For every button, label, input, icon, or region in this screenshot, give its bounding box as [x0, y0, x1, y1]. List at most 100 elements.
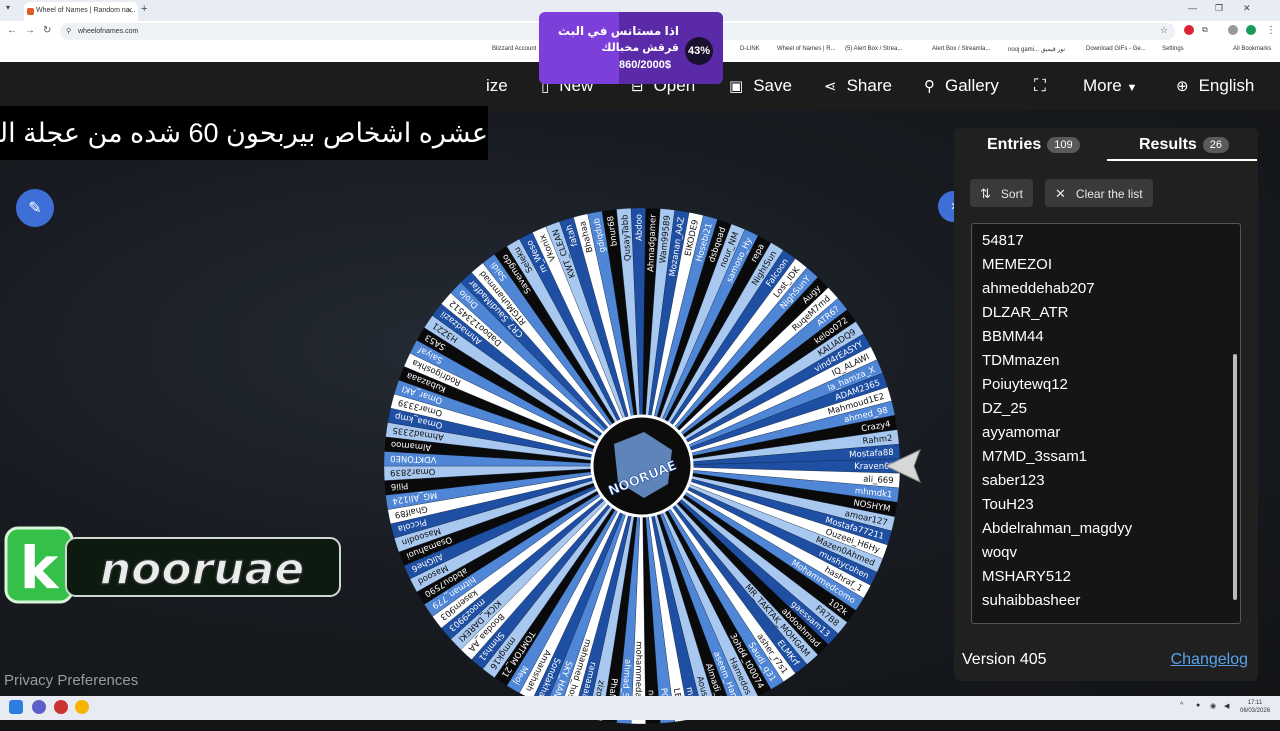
bookmark-item[interactable]: (5) Alert Box / Strea... [845, 46, 902, 52]
chrome-icon[interactable] [75, 700, 89, 714]
tab-active[interactable]: Wheel of Names | Random na... ✕ [24, 2, 138, 21]
bookmark-item[interactable]: Wheel of Names | R... [777, 46, 836, 52]
wheel-pointer-icon [884, 449, 921, 483]
side-panel: Entries 109 Results 26 ⇅ Sort ✕ Clear the li… [954, 128, 1258, 681]
tab-title: Wheel of Names | Random na... [36, 7, 136, 14]
sort-button[interactable]: ⇅ Sort [970, 179, 1033, 207]
goal-percent: 43% [685, 37, 713, 65]
sort-icon: ⇅ [980, 186, 991, 201]
minimize-icon[interactable]: — [1188, 3, 1197, 13]
sort-label: Sort [1000, 187, 1023, 201]
privacy-preferences-link[interactable]: Privacy Preferences [4, 672, 138, 689]
bookmark-item[interactable]: Alert Box / Streamla... [932, 46, 990, 52]
wheel-graphic[interactable]: Kraven0?ali_669mhmdk1NOSHYMamoar127Mosta… [382, 206, 902, 726]
app-area: ize ▯ New ⊟ Open ▣ Save ⋖ Share ⚲ Gallery ⛶ M… [0, 12, 1280, 725]
favicon-icon [27, 8, 34, 15]
results-count-badge: 26 [1202, 136, 1230, 153]
result-item[interactable]: TDMmazen [982, 352, 1060, 369]
result-item[interactable]: ayyamomar [982, 424, 1060, 441]
result-item[interactable]: ahmeddehab207 [982, 280, 1095, 297]
share-button[interactable]: ⋖ Share [824, 76, 892, 96]
wheel-entry-label: Pili6 [390, 480, 408, 491]
fullscreen-button[interactable]: ⛶ [1034, 76, 1046, 96]
bookmark-item[interactable]: All Bookmarks [1233, 46, 1271, 52]
url-text: wheelofnames.com [78, 28, 139, 35]
profile-avatar[interactable] [1246, 25, 1256, 35]
close-window-icon[interactable]: ✕ [1243, 3, 1251, 14]
scrollbar-thumb[interactable] [1233, 354, 1237, 600]
network-icon[interactable]: ◉ [1210, 702, 1216, 710]
maximize-icon[interactable]: ❐ [1215, 3, 1223, 14]
gallery-button[interactable]: ⚲ Gallery [924, 76, 999, 96]
result-item[interactable]: DLZAR_ATR [982, 304, 1068, 321]
wheel[interactable]: Kraven0? ali_669 mhmdk1 NOSHYM amoar127 Mosta… [382, 206, 902, 731]
gallery-label: Gallery [945, 76, 999, 95]
bookmark-item[interactable]: Settings [1162, 46, 1184, 52]
system-clock[interactable]: 17:11 06/03/2026 [1240, 699, 1270, 715]
wheel-entry-label: VDKTONE0 [390, 453, 437, 464]
app-icon[interactable] [54, 700, 68, 714]
result-item[interactable]: woqv [982, 544, 1017, 561]
result-item[interactable]: DZ_25 [982, 400, 1027, 417]
menu-icon[interactable]: ⋮ [1266, 25, 1276, 36]
more-label: More [1083, 76, 1122, 95]
results-list[interactable]: 54817 MEMEZOI ahmeddehab207 DLZAR_ATR BBMM44… [971, 223, 1241, 624]
more-button[interactable]: More ▼ [1083, 76, 1137, 96]
result-item[interactable]: MEMEZOI [982, 256, 1052, 273]
tray-chevron-icon[interactable]: ^ [1180, 702, 1183, 709]
logo-text: nooruae [100, 544, 304, 595]
extensions-icon[interactable]: ⧉ [1202, 25, 1208, 35]
result-item[interactable]: 54817 [982, 232, 1024, 249]
result-item[interactable]: saber123 [982, 472, 1045, 489]
result-item[interactable]: M7MD_3ssam1 [982, 448, 1087, 465]
bookmark-item[interactable]: D-LINK [740, 46, 760, 52]
save-label: Save [753, 76, 792, 95]
app-icon[interactable] [32, 700, 46, 714]
tab-results[interactable]: Results 26 [1139, 136, 1230, 154]
site-info-icon[interactable]: ⚲ [66, 27, 71, 35]
wheel-entry-label: Omar2839 [390, 466, 436, 477]
result-item[interactable]: suhaibbasheer [982, 592, 1080, 609]
share-icon: ⋖ [824, 78, 837, 95]
promo-line-2: قرقش مخبالك [601, 42, 679, 54]
wheel-entry-label: Abdoo [634, 214, 644, 241]
bookmark-item[interactable]: Blizzard Account [492, 46, 536, 52]
result-item[interactable]: Poiuytewq12 [982, 376, 1068, 393]
volume-icon[interactable]: ◀ [1224, 702, 1229, 710]
bookmark-item[interactable]: nooj gami... نور قيميق [1008, 46, 1065, 53]
close-icon: ✕ [1055, 186, 1066, 201]
clock-time: 17:11 [1247, 700, 1263, 706]
result-item[interactable]: Abdelrahman_magdyy [982, 520, 1132, 537]
changelog-link[interactable]: Changelog [1171, 651, 1248, 669]
bookmark-item[interactable]: Download GIFs - Ge... [1086, 46, 1146, 52]
result-item[interactable]: MSHARY512 [982, 568, 1071, 585]
share-label: Share [846, 76, 892, 95]
new-tab-icon[interactable]: + [141, 3, 147, 15]
tab-entries[interactable]: Entries 109 [987, 136, 1080, 154]
bookmark-star-icon[interactable]: ☆ [1160, 25, 1168, 36]
stream-overlay-title: عشره اشخاص بيربحون 60 شده من عجلة الحظ [0, 106, 488, 160]
nooruae-logo: k nooruae [4, 526, 341, 604]
tab-search-icon[interactable]: ▾ [6, 3, 10, 12]
os-taskbar: ^ ● ◉ ◀ 17:11 06/03/2026 [0, 696, 1280, 720]
back-icon[interactable]: ← [7, 25, 17, 36]
extension-icon[interactable] [1228, 25, 1238, 35]
result-item[interactable]: BBMM44 [982, 328, 1044, 345]
save-button[interactable]: ▣ Save [729, 76, 792, 96]
globe-icon: ⊕ [1176, 78, 1189, 95]
customize-button[interactable]: ize [486, 76, 508, 96]
caret-down-icon: ▼ [1126, 82, 1138, 94]
forward-icon[interactable]: → [25, 25, 35, 36]
edit-button[interactable]: ✎ [16, 189, 54, 227]
start-icon[interactable] [9, 700, 23, 714]
reload-icon[interactable]: ↻ [43, 25, 51, 36]
microphone-icon[interactable]: ● [1196, 702, 1200, 709]
tab-close-icon[interactable]: ✕ [126, 6, 133, 15]
extension-icon[interactable] [1184, 25, 1194, 35]
active-tab-indicator [1107, 159, 1257, 161]
results-scrollbar[interactable] [1232, 228, 1238, 621]
language-button[interactable]: ⊕ English [1176, 76, 1254, 96]
result-item[interactable]: TouH23 [982, 496, 1034, 513]
logo-letter: k [20, 534, 60, 602]
clear-list-button[interactable]: ✕ Clear the list [1045, 179, 1153, 207]
